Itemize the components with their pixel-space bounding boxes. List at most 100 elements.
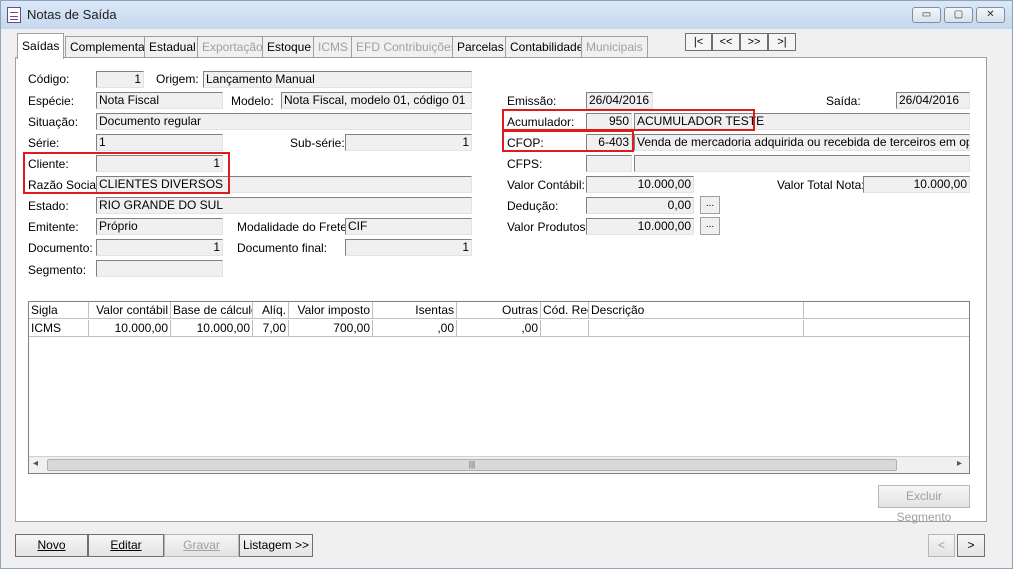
column-header-valor-contabil[interactable]: Valor contábil (89, 302, 171, 319)
tab-estadual[interactable]: Estadual (144, 36, 201, 58)
table-cell-base-calculo[interactable]: 10.000,00 (171, 320, 253, 337)
segmento-label: Segmento: (28, 263, 87, 277)
valor-produtos-ellipsis-button[interactable]: ... (700, 217, 720, 235)
main-window: Notas de Saída ▭ ▢ ✕ Saídas Complementar… (0, 0, 1013, 569)
next-record-button[interactable]: >> (740, 33, 768, 51)
table-cell-aliquota[interactable]: 7,00 (253, 320, 289, 337)
table-cell-isentas[interactable]: ,00 (373, 320, 457, 337)
tab-complementar[interactable]: Complementar (65, 36, 154, 58)
column-header-isentas[interactable]: Isentas (373, 302, 457, 319)
next-button[interactable]: > (957, 534, 985, 557)
tab-municipais[interactable]: Municipais (581, 36, 648, 58)
previous-button[interactable]: < (928, 534, 955, 557)
tab-exportacao[interactable]: Exportação (197, 36, 268, 58)
emitente-field[interactable]: Próprio (96, 218, 223, 235)
window-title: Notas de Saída (27, 7, 117, 22)
highlight-cfop (502, 130, 634, 152)
novo-button-label: Novo (37, 538, 66, 552)
tab-efd-contribuicoes[interactable]: EFD Contribuições (351, 36, 462, 58)
deducao-field[interactable]: 0,00 (586, 197, 694, 214)
tab-contabilidade[interactable]: Contabilidade (505, 36, 589, 58)
column-header-valor-imposto[interactable]: Valor imposto (289, 302, 373, 319)
cfps-description-field[interactable] (634, 155, 970, 172)
cfop-description-field[interactable]: Venda de mercadoria adquirida ou recebid… (634, 134, 970, 151)
documento-field[interactable]: 1 (96, 239, 223, 256)
valor-produtos-label: Valor Produtos: (507, 220, 589, 234)
codigo-field[interactable]: 1 (96, 71, 144, 88)
origem-field[interactable]: Lançamento Manual (203, 71, 472, 88)
estado-label: Estado: (28, 199, 69, 213)
estado-field[interactable]: RIO GRANDE DO SUL (96, 197, 472, 214)
listagem-button[interactable]: Listagem >> (239, 534, 313, 557)
especie-label: Espécie: (28, 94, 75, 108)
valor-contabil-field[interactable]: 10.000,00 (586, 176, 694, 193)
novo-button[interactable]: Novo (15, 534, 88, 557)
situacao-field[interactable]: Documento regular (96, 113, 472, 130)
tax-table: Sigla Valor contábil Base de cálculo Alí… (28, 301, 970, 474)
gravar-button-label: Gravar (183, 538, 220, 552)
column-header-cod-rec[interactable]: Cód. Rec. (541, 302, 589, 319)
minimize-button[interactable]: ▭ (912, 7, 941, 23)
especie-field[interactable]: Nota Fiscal (96, 92, 223, 109)
table-cell-descricao[interactable] (589, 320, 804, 337)
valor-total-nota-label: Valor Total Nota: (777, 178, 865, 192)
situacao-label: Situação: (28, 115, 79, 129)
modelo-field[interactable]: Nota Fiscal, modelo 01, código 01 (281, 92, 472, 109)
editar-button[interactable]: Editar (88, 534, 164, 557)
column-header-filler (804, 302, 969, 319)
scroll-right-icon[interactable]: ▸ (957, 458, 962, 469)
title-bar: Notas de Saída ▭ ▢ ✕ (1, 1, 1012, 29)
origem-label: Origem: (156, 72, 199, 86)
segmento-field[interactable] (96, 260, 223, 277)
documento-label: Documento: (28, 241, 93, 255)
column-header-sigla[interactable]: Sigla (29, 302, 89, 319)
column-header-base-calculo[interactable]: Base de cálculo (171, 302, 253, 319)
table-cell-filler (804, 320, 969, 337)
emitente-label: Emitente: (28, 220, 79, 234)
serie-label: Série: (28, 136, 60, 150)
first-record-button[interactable]: |< (685, 33, 712, 51)
cfps-code-field[interactable] (586, 155, 632, 172)
table-cell-outras[interactable]: ,00 (457, 320, 541, 337)
modalidade-frete-field[interactable]: CIF (345, 218, 472, 235)
table-cell-cod-rec[interactable] (541, 320, 589, 337)
valor-total-nota-field[interactable]: 10.000,00 (863, 176, 970, 193)
valor-produtos-field[interactable]: 10.000,00 (586, 218, 694, 235)
highlight-cliente (23, 152, 230, 194)
modelo-label: Modelo: (231, 94, 274, 108)
column-header-outras[interactable]: Outras (457, 302, 541, 319)
deducao-label: Dedução: (507, 199, 559, 213)
documento-final-label: Documento final: (237, 241, 328, 255)
scrollbar-thumb[interactable]: ||| (47, 459, 897, 471)
column-header-descricao[interactable]: Descrição (589, 302, 804, 319)
column-header-aliquota[interactable]: Alíq. (253, 302, 289, 319)
editar-button-label: Editar (110, 538, 142, 552)
last-record-button[interactable]: >| (768, 33, 796, 51)
saida-label: Saída: (826, 94, 861, 108)
table-cell-valor-contabil[interactable]: 10.000,00 (89, 320, 171, 337)
horizontal-scrollbar[interactable]: ◂ ||| ▸ (29, 456, 969, 473)
subserie-label: Sub-série: (290, 136, 345, 150)
previous-record-button[interactable]: << (712, 33, 740, 51)
scroll-left-icon[interactable]: ◂ (33, 458, 38, 469)
table-cell-sigla[interactable]: ICMS (29, 320, 89, 337)
tab-estoque[interactable]: Estoque (262, 36, 317, 58)
tab-icms[interactable]: ICMS (313, 36, 353, 58)
emissao-field[interactable]: 26/04/2016 (586, 92, 653, 109)
highlight-acumulador (502, 109, 755, 131)
maximize-button[interactable]: ▢ (944, 7, 973, 23)
gravar-button[interactable]: Gravar (164, 534, 239, 557)
document-icon (7, 7, 21, 23)
excluir-segmento-button[interactable]: Excluir Segmento (878, 485, 970, 524)
table-cell-valor-imposto[interactable]: 700,00 (289, 320, 373, 337)
tab-saidas[interactable]: Saídas (17, 33, 65, 59)
documento-final-field[interactable]: 1 (345, 239, 472, 256)
subserie-field[interactable]: 1 (345, 134, 472, 151)
codigo-label: Código: (28, 72, 70, 86)
saida-field[interactable]: 26/04/2016 (896, 92, 970, 109)
serie-field[interactable]: 1 (96, 134, 223, 151)
close-button[interactable]: ✕ (976, 7, 1005, 23)
tab-parcelas[interactable]: Parcelas (452, 36, 509, 58)
deducao-ellipsis-button[interactable]: ... (700, 196, 720, 214)
cfps-label: CFPS: (507, 157, 543, 171)
